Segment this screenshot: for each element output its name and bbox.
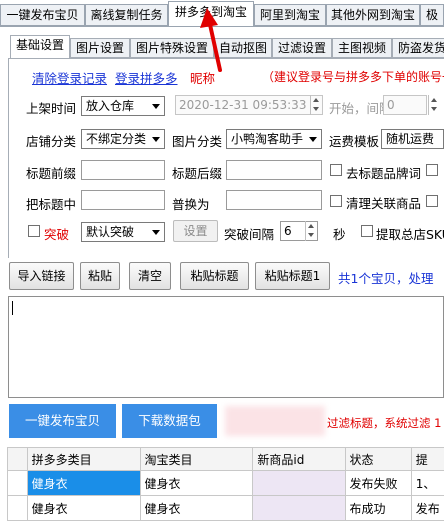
red-arrow-icon — [200, 8, 222, 72]
table-cell[interactable]: 健身衣 — [26, 470, 141, 496]
clear-related-checkbox[interactable] — [330, 195, 342, 207]
table-row[interactable]: 健身衣 健身衣 布成功 发布 — [7, 495, 444, 521]
replace-with-label: 普换为 — [172, 197, 210, 212]
breakthrough-interval-spinner[interactable] — [305, 221, 317, 241]
datetime-input[interactable]: 2020-12-31 09:53:33 — [175, 95, 323, 115]
subtab-anti-theft[interactable]: 防盗发货 — [392, 38, 444, 58]
find-text-input[interactable] — [81, 190, 165, 210]
extra-checkbox[interactable] — [426, 164, 438, 176]
table-cell — [7, 495, 28, 521]
breakthrough-checkbox[interactable] — [28, 225, 40, 237]
image-category-select[interactable]: 小鸭淘客助手 — [226, 129, 322, 149]
table-row[interactable]: 健身衣 健身衣 发布失败 1、 — [7, 470, 444, 496]
breakthrough-label: 突破 — [44, 227, 70, 242]
table-header-cell — [7, 447, 28, 471]
shelf-time-label: 上架时间 — [26, 101, 77, 116]
interval-spinner[interactable] — [428, 95, 440, 115]
interval-input[interactable]: 0 — [383, 95, 427, 115]
items-table: 拼多多类目 淘宝类目 新商品id 状态 提 健身衣 健身衣 发布失败 1、 健身… — [7, 447, 444, 521]
table-header-cell[interactable]: 提 — [410, 447, 444, 471]
image-category-label: 图片分类 — [172, 134, 223, 149]
subtab-main-video[interactable]: 主图视频 — [332, 38, 392, 58]
remove-brand-checkbox[interactable] — [330, 164, 342, 176]
subtab-image-settings[interactable]: 图片设置 — [70, 38, 130, 58]
put-title-label: 把标题中 — [26, 197, 77, 212]
extra-checkbox-2[interactable] — [426, 195, 438, 207]
clear-login-link[interactable]: 清除登录记录 — [32, 68, 107, 87]
tab-more[interactable]: 极 — [420, 4, 444, 26]
item-count-status: 共1个宝贝，处理 — [338, 271, 434, 286]
filter-hint-text: 过滤标题，系统过滤 1 — [327, 416, 442, 430]
clear-related-label: 清理关联商品 — [346, 196, 422, 211]
replace-text-input[interactable] — [226, 190, 322, 210]
title-prefix-input[interactable] — [81, 160, 165, 180]
table-header-cell[interactable]: 拼多多类目 — [26, 447, 141, 471]
chevron-down-icon — [152, 137, 160, 142]
store-category-label: 店铺分类 — [26, 134, 77, 149]
shipping-template-label: 运费模板 — [329, 134, 380, 149]
table-header-row: 拼多多类目 淘宝类目 新商品id 状态 提 — [7, 447, 444, 471]
settings-button[interactable]: 设置 — [173, 220, 218, 242]
paste-title1-button[interactable]: 粘贴标题1 — [255, 262, 330, 290]
subtab-basic-settings[interactable]: 基础设置 — [10, 35, 70, 59]
table-header-cell[interactable]: 状态 — [344, 447, 412, 471]
remove-brand-label: 去标题品牌词 — [346, 166, 422, 181]
login-hint: （建议登录号与拼多多下单的账号一 — [262, 70, 444, 84]
table-cell[interactable]: 发布 — [410, 495, 444, 521]
tab-offline-copy[interactable]: 离线复制任务 — [85, 4, 168, 26]
table-cell — [7, 470, 28, 496]
table-cell[interactable]: 1、 — [410, 470, 444, 496]
table-header-cell[interactable]: 新商品id — [252, 447, 346, 471]
store-category-select[interactable]: 不绑定分类 — [81, 129, 165, 149]
breakthrough-mode-select[interactable]: 默认突破 — [81, 222, 165, 242]
title-suffix-input[interactable] — [226, 160, 322, 180]
chevron-down-icon — [152, 104, 160, 109]
subtab-filter-settings[interactable]: 过滤设置 — [272, 38, 332, 58]
publish-all-button[interactable]: 一键发布宝贝 — [9, 404, 116, 438]
text-caret — [12, 301, 13, 315]
shelf-time-select[interactable]: 放入仓库 — [81, 96, 165, 116]
table-cell[interactable] — [252, 495, 346, 521]
breakthrough-interval-label: 突破间隔 — [224, 227, 275, 242]
import-link-button[interactable]: 导入链接 — [9, 262, 74, 290]
paste-title-button[interactable]: 粘贴标题 — [180, 262, 249, 290]
chevron-down-icon — [309, 137, 317, 142]
table-cell[interactable]: 发布失败 — [344, 470, 412, 496]
table-cell[interactable]: 健身衣 — [26, 495, 141, 521]
table-cell[interactable]: 布成功 — [344, 495, 412, 521]
title-prefix-label: 标题前缀 — [26, 166, 77, 181]
seconds-label: 秒 — [333, 227, 346, 242]
table-cell[interactable]: 健身衣 — [139, 470, 254, 496]
tab-ali-to-taobao[interactable]: 阿里到淘宝 — [254, 4, 326, 26]
paste-button[interactable]: 粘贴 — [80, 262, 120, 290]
login-pdd-link[interactable]: 登录拼多多 — [115, 68, 178, 87]
blurred-region — [225, 406, 325, 436]
shipping-template-select[interactable]: 随机运费 — [381, 129, 444, 149]
tab-publish-items[interactable]: 一键发布宝贝 — [0, 4, 85, 26]
clear-button[interactable]: 清空 — [129, 262, 171, 290]
chevron-down-icon — [152, 230, 160, 235]
datetime-spinner[interactable] — [310, 95, 322, 115]
table-header-cell[interactable]: 淘宝类目 — [139, 447, 254, 471]
table-cell[interactable] — [252, 470, 346, 496]
download-package-button[interactable]: 下载数据包 — [122, 404, 217, 438]
link-input-textarea[interactable] — [8, 296, 444, 398]
tab-other-to-taobao[interactable]: 其他外网到淘宝 — [326, 4, 420, 26]
extract-sku-label: 提取总店SKU — [376, 227, 444, 242]
table-cell[interactable]: 健身衣 — [139, 495, 254, 521]
title-suffix-label: 标题后缀 — [172, 166, 223, 181]
extract-sku-checkbox[interactable] — [361, 225, 373, 237]
